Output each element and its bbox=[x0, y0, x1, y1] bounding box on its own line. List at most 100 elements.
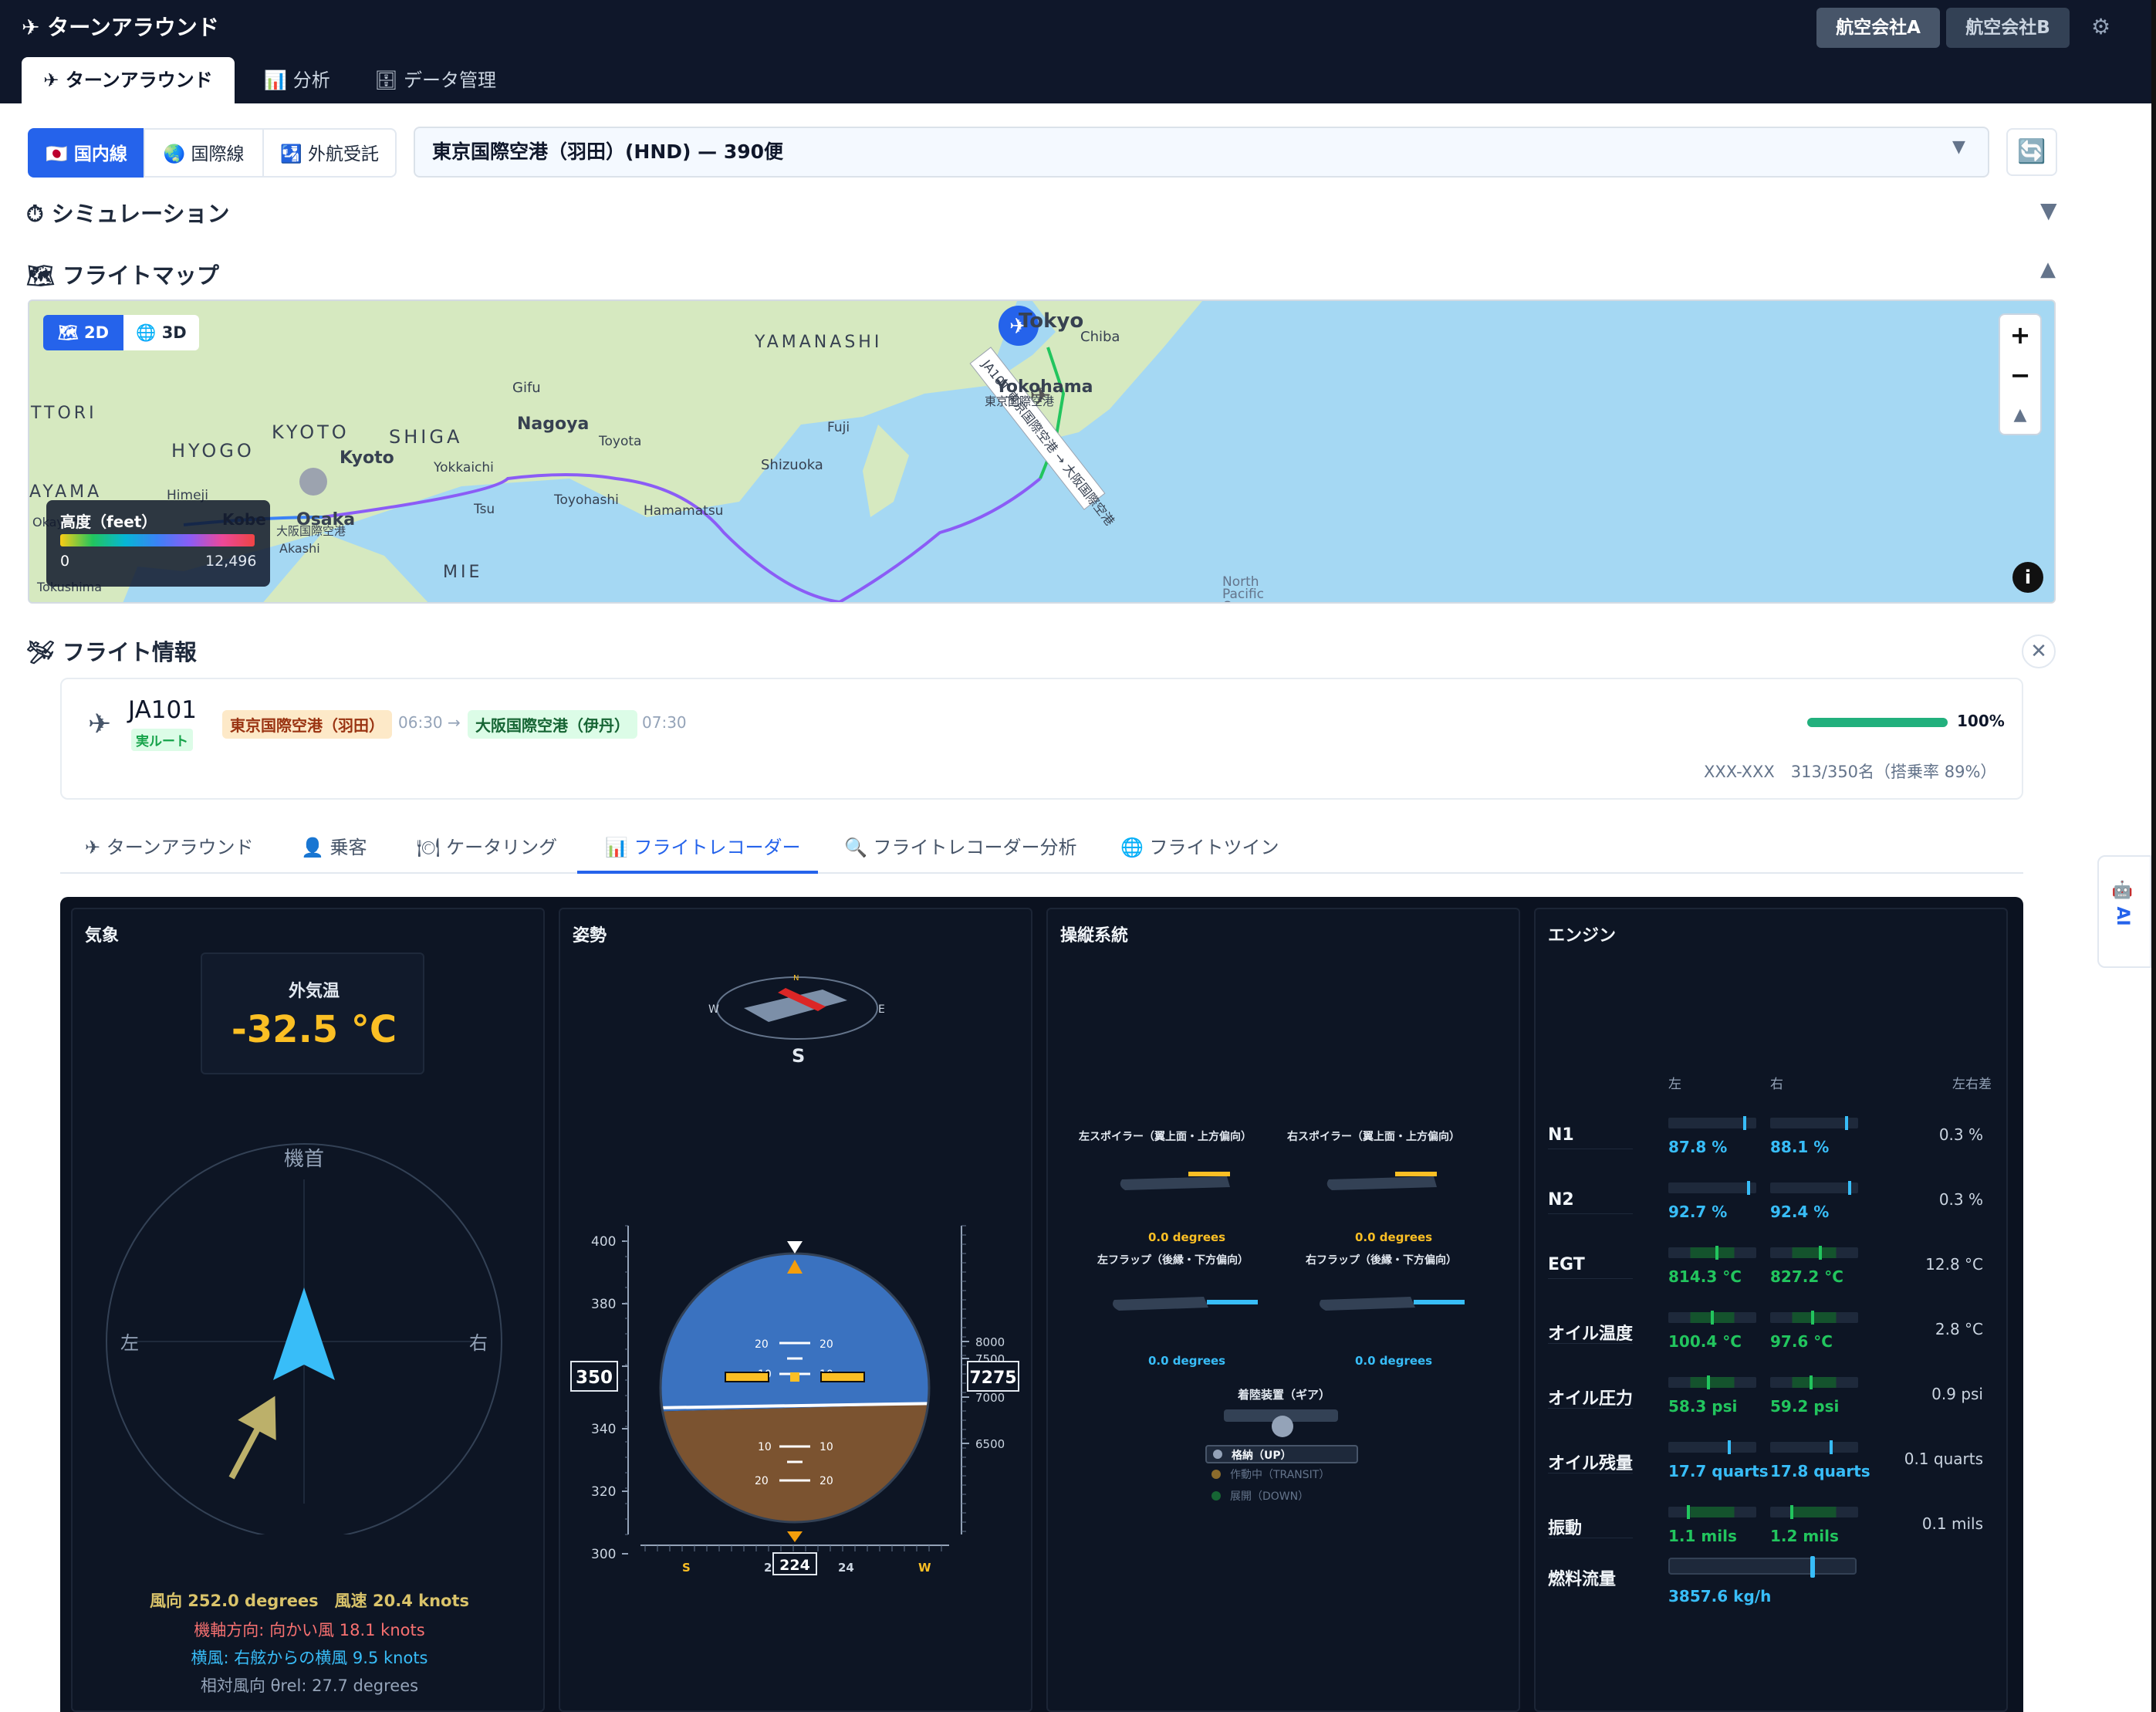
attitude-instruments: S W E N 400380360340320300 350 800075007… bbox=[570, 974, 1019, 1575]
departure-airport: 東京国際空港（羽田） bbox=[222, 710, 392, 739]
active-tab-underline bbox=[577, 871, 818, 874]
row-divider bbox=[1548, 1408, 1633, 1409]
row-divider bbox=[1548, 1278, 1633, 1279]
departure-time: 06:30 → bbox=[398, 713, 461, 732]
segment-domestic[interactable]: 🇯🇵 国内線 bbox=[28, 128, 145, 178]
map-view-3d-button[interactable]: 🌐 3D bbox=[123, 315, 199, 350]
relative-wind-readout: 相対風向 θrel: 27.7 degrees bbox=[200, 1676, 419, 1695]
map-view-2d-button[interactable]: 🗺 2D bbox=[43, 315, 123, 350]
pitch-label: 10 bbox=[819, 1441, 833, 1453]
gear-icon[interactable]: ⚙ bbox=[2091, 14, 2110, 39]
engine-param-label: 振動 bbox=[1548, 1519, 1583, 1538]
engine-left-value: 92.7 % bbox=[1668, 1203, 1728, 1221]
status-dot bbox=[1211, 1491, 1221, 1501]
chevron-down-icon[interactable]: ▼ bbox=[2040, 198, 2057, 223]
map-label: Yokkaichi bbox=[433, 460, 494, 475]
detail-tab-passengers[interactable]: 👤 乗客 bbox=[301, 832, 367, 874]
right-flap-label: 右フラップ（後縁・下方偏向） bbox=[1306, 1254, 1457, 1267]
right-flap-value: 0.0 degrees bbox=[1355, 1354, 1433, 1368]
map-label: Nagoya bbox=[517, 414, 589, 434]
engine-left-value: 58.3 psi bbox=[1668, 1397, 1738, 1416]
engine-diff-value: 0.9 psi bbox=[1931, 1385, 1983, 1403]
engine-panel: エンジン 左 右 左右差 N1 87.8 % 88.1 % 0.3 % N2 92.7 %… bbox=[1534, 908, 2008, 1712]
route-arrow: → bbox=[448, 713, 461, 732]
engine-diff-value: 12.8 °C bbox=[1925, 1255, 1983, 1274]
zoom-in-button[interactable]: + bbox=[2000, 315, 2040, 355]
tab-analysis[interactable]: 📊 分析 bbox=[248, 57, 346, 103]
engine-param-label: EGT bbox=[1548, 1255, 1585, 1274]
ai-assistant-tab[interactable]: 🤖 AI bbox=[2097, 855, 2151, 968]
map-label: Chiba bbox=[1080, 329, 1120, 345]
engine-param-label: N2 bbox=[1548, 1190, 1574, 1210]
engine-diff-value: 0.1 quarts bbox=[1904, 1450, 1983, 1468]
info-icon[interactable]: i bbox=[2012, 562, 2043, 593]
status-dot bbox=[1213, 1450, 1222, 1459]
detail-tab-flight-twin[interactable]: 🌐 フライトツイン bbox=[1120, 832, 1279, 874]
tab-data-management[interactable]: 🗄 データ管理 bbox=[363, 57, 508, 103]
engine-diff-value: 2.8 °C bbox=[1935, 1320, 1983, 1338]
map-label: SHIGA bbox=[389, 426, 462, 448]
attitude-indicator bbox=[661, 1254, 929, 1522]
pitch-label: 20 bbox=[755, 1338, 769, 1351]
detail-tab-catering[interactable]: 🍽 ケータリング bbox=[417, 832, 557, 874]
heading-tick: 24 bbox=[838, 1561, 854, 1575]
pitch-label: 20 bbox=[819, 1475, 833, 1487]
legend-gradient bbox=[60, 534, 255, 546]
map-label: Kyoto bbox=[340, 448, 394, 468]
route-select[interactable]: 東京国際空港（羽田）(HND) — 390便 bbox=[414, 127, 1989, 178]
ai-tab-label: 🤖 AI bbox=[2113, 880, 2132, 926]
chevron-down-icon: ▼ bbox=[1952, 137, 1965, 157]
close-icon[interactable]: ✕ bbox=[2022, 634, 2056, 668]
map-label: 大阪国際空港 bbox=[276, 524, 346, 538]
section-simulation[interactable]: ⏱ シミュレーション bbox=[26, 196, 230, 228]
gear-state-label: 作動中（TRANSIT） bbox=[1230, 1469, 1330, 1481]
airspeed-tick: 340 bbox=[591, 1422, 616, 1437]
detail-tab-turnaround[interactable]: ✈ ターンアラウンド bbox=[85, 832, 254, 874]
heading-tick: S bbox=[682, 1561, 691, 1575]
airspeed-tick: 400 bbox=[591, 1234, 616, 1250]
engine-right-bar bbox=[1770, 1440, 1858, 1454]
detail-tab-recorder-analysis[interactable]: 🔍 フライトレコーダー分析 bbox=[844, 832, 1077, 874]
flight-card[interactable]: ✈ JA101 実ルート 東京国際空港（羽田） 06:30 → 大阪国際空港（伊… bbox=[60, 678, 2023, 800]
tab-divider bbox=[60, 872, 2023, 874]
engine-right-marker bbox=[1818, 1246, 1822, 1260]
left-flap-label: 左フラップ（後縁・下方偏向） bbox=[1097, 1254, 1249, 1267]
map-label: YAMANASHI bbox=[754, 333, 882, 352]
airline-a-button[interactable]: 航空会社A bbox=[1816, 8, 1940, 48]
gear-state-label: 展開（DOWN） bbox=[1230, 1490, 1309, 1503]
flight-controls-panel: 操縦系統 左スポイラー（翼上面・上方偏向） 右スポイラー（翼上面・上方偏向） 0… bbox=[1046, 908, 1520, 1712]
engine-row: オイル温度 100.4 °C 97.6 °C 2.8 °C bbox=[1536, 1311, 2009, 1377]
engine-left-marker bbox=[1715, 1246, 1718, 1260]
arrival-time: 07:30 bbox=[642, 713, 687, 732]
engine-diff-value: 0.3 % bbox=[1938, 1190, 1983, 1209]
legend-min: 0 bbox=[60, 553, 70, 570]
right-spoiler-label: 右スポイラー（翼上面・上方偏向） bbox=[1287, 1131, 1460, 1143]
flight-meta: XXX-XXX 313/350名（搭乗率 89%） bbox=[1704, 763, 1997, 781]
heading-tick: W bbox=[918, 1561, 931, 1575]
chevron-up-icon[interactable]: ▲ bbox=[2040, 258, 2056, 281]
engine-right-marker bbox=[1844, 1116, 1848, 1130]
app-title: ✈ ターンアラウンド bbox=[22, 15, 219, 40]
tab-turnaround[interactable]: ✈ ターンアラウンド bbox=[22, 57, 235, 103]
wind-arrow-icon bbox=[228, 1396, 276, 1480]
oat-value: -32.5 °C bbox=[231, 1008, 397, 1051]
section-flight-map[interactable]: 🗺 フライトマップ bbox=[26, 258, 219, 290]
segment-international[interactable]: 🌏 国際線 bbox=[144, 128, 264, 178]
map-label: Ocean bbox=[1222, 599, 1264, 604]
compass-reset-button[interactable]: ▲ bbox=[2000, 395, 2040, 435]
map-labels: TokyoYokohama東京国際空港ChibaYAMANASHIGifuNag… bbox=[29, 310, 1264, 604]
segment-foreign-carrier[interactable]: 🛂 外航受託 bbox=[262, 128, 397, 178]
refresh-icon[interactable]: 🔄 bbox=[2006, 128, 2057, 176]
engine-right-marker bbox=[1790, 1505, 1794, 1519]
engine-param-label: オイル圧力 bbox=[1548, 1389, 1634, 1409]
arrival-airport: 大阪国際空港（伊丹） bbox=[468, 710, 637, 739]
detail-tab-flight-recorder[interactable]: 📊 フライトレコーダー bbox=[605, 832, 801, 874]
flight-number: JA101 bbox=[128, 696, 197, 724]
wind-readout: 風向 252.0 degrees 風速 20.4 knots bbox=[149, 1592, 469, 1610]
airline-b-button[interactable]: 航空会社B bbox=[1946, 8, 2070, 48]
engine-diff-value: 0.3 % bbox=[1938, 1125, 1983, 1144]
flight-map[interactable]: ✈ ✈ JA101 東京国際空港 → 大阪国際空港 Tokyo Yokohama 東… bbox=[28, 299, 2056, 604]
zoom-out-button[interactable]: − bbox=[2000, 355, 2040, 395]
engine-left-marker bbox=[1747, 1181, 1751, 1195]
engine-right-bar bbox=[1770, 1505, 1858, 1519]
